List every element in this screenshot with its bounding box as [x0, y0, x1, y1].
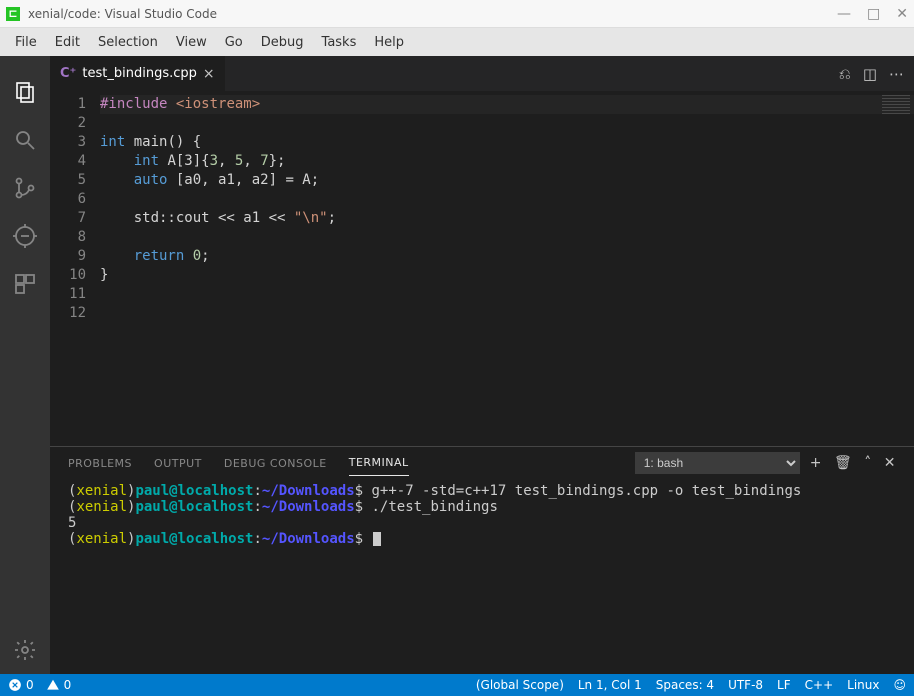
- activity-bar: [0, 56, 50, 674]
- panel-tab-debug-console[interactable]: DEBUG CONSOLE: [224, 451, 327, 476]
- file-tab[interactable]: C⁺ test_bindings.cpp ×: [50, 56, 226, 91]
- status-encoding[interactable]: UTF-8: [728, 678, 763, 692]
- status-scope[interactable]: (Global Scope): [476, 678, 564, 692]
- line-number-gutter: 123456789101112: [50, 91, 100, 446]
- code-editor[interactable]: 123456789101112 #include <iostream> int …: [50, 91, 914, 446]
- tab-filename: test_bindings.cpp: [82, 66, 196, 81]
- menu-edit[interactable]: Edit: [46, 31, 89, 54]
- menu-help[interactable]: Help: [365, 31, 413, 54]
- menu-file[interactable]: File: [6, 31, 46, 54]
- code-content[interactable]: #include <iostream> int main() { int A[3…: [100, 91, 914, 446]
- cpp-file-icon: C⁺: [60, 66, 76, 81]
- minimap[interactable]: [882, 95, 910, 115]
- status-errors[interactable]: 0: [8, 678, 34, 692]
- panel-tab-bar: PROBLEMS OUTPUT DEBUG CONSOLE TERMINAL 1: b…: [50, 447, 914, 479]
- settings-gear-icon[interactable]: [11, 636, 39, 664]
- compare-changes-icon[interactable]: ⎌: [839, 65, 851, 83]
- window-title: xenial/code: Visual Studio Code: [28, 7, 837, 21]
- menu-tasks[interactable]: Tasks: [313, 31, 366, 54]
- editor-tab-bar: C⁺ test_bindings.cpp × ⎌ ◫ ⋯: [50, 56, 914, 91]
- status-cursor-pos[interactable]: Ln 1, Col 1: [578, 678, 642, 692]
- split-editor-icon[interactable]: ◫: [863, 65, 877, 83]
- search-icon[interactable]: [11, 126, 39, 154]
- os-titlebar: ⊏ xenial/code: Visual Studio Code — □ ✕: [0, 0, 914, 28]
- kill-terminal-icon[interactable]: 🗑: [834, 455, 852, 471]
- close-tab-icon[interactable]: ×: [203, 66, 215, 82]
- status-indent[interactable]: Spaces: 4: [656, 678, 714, 692]
- menu-view[interactable]: View: [167, 31, 216, 54]
- menu-go[interactable]: Go: [216, 31, 252, 54]
- status-os[interactable]: Linux: [847, 678, 879, 692]
- extensions-icon[interactable]: [11, 270, 39, 298]
- status-language[interactable]: C++: [805, 678, 834, 692]
- panel-tab-problems[interactable]: PROBLEMS: [68, 451, 132, 476]
- explorer-icon[interactable]: [11, 78, 39, 106]
- source-control-icon[interactable]: [11, 174, 39, 202]
- panel-tab-terminal[interactable]: TERMINAL: [349, 450, 409, 476]
- status-eol[interactable]: LF: [777, 678, 791, 692]
- new-terminal-icon[interactable]: +: [810, 455, 822, 471]
- terminal[interactable]: (xenial)paul@localhost:~/Downloads$ g++-…: [50, 479, 914, 674]
- debug-icon[interactable]: [11, 222, 39, 250]
- status-feedback-icon[interactable]: ☺: [893, 678, 906, 692]
- minimize-button[interactable]: —: [837, 7, 851, 21]
- bottom-panel: PROBLEMS OUTPUT DEBUG CONSOLE TERMINAL 1: b…: [50, 446, 914, 674]
- maximize-panel-icon[interactable]: ˄: [864, 455, 872, 471]
- status-bar: 0 0 (Global Scope) Ln 1, Col 1 Spaces: 4…: [0, 674, 914, 696]
- app-icon: ⊏: [6, 7, 20, 21]
- menu-selection[interactable]: Selection: [89, 31, 167, 54]
- panel-tab-output[interactable]: OUTPUT: [154, 451, 202, 476]
- close-panel-icon[interactable]: ✕: [884, 455, 896, 471]
- menu-bar: FileEditSelectionViewGoDebugTasksHelp: [0, 28, 914, 56]
- maximize-button[interactable]: □: [867, 7, 880, 21]
- close-window-button[interactable]: ✕: [896, 7, 908, 21]
- menu-debug[interactable]: Debug: [252, 31, 313, 54]
- more-actions-icon[interactable]: ⋯: [889, 65, 904, 83]
- terminal-selector[interactable]: 1: bash: [635, 452, 800, 474]
- status-warnings[interactable]: 0: [46, 678, 72, 692]
